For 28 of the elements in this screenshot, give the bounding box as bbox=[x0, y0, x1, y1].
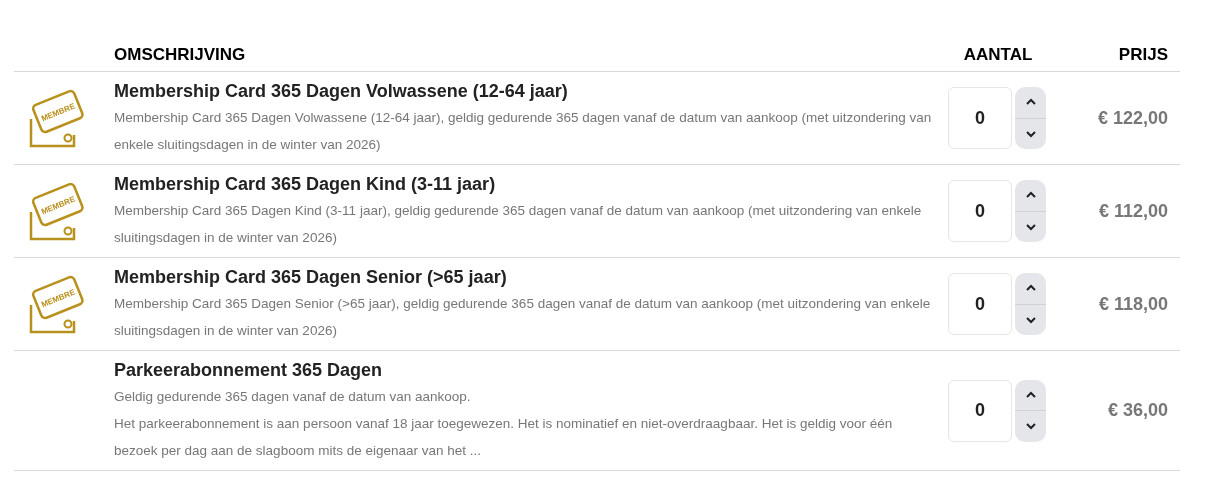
column-header: PRIJS bbox=[1118, 44, 1168, 64]
product-description: Het parkeerabonnement is aan persoon vanaf 18 jaar toegewezen. Het is nominatief en niet-overdraagbaar. Het is geldig voor één bezoek per dag aan de slagboom mits de eigenaar van het ... bbox=[114, 415, 894, 460]
chevron-down-icon bbox=[1024, 222, 1037, 231]
product-description: Geldig gedurende 365 dagen vanaf de datum van aankoop. bbox=[114, 388, 472, 406]
chevron-down-icon bbox=[1024, 422, 1037, 431]
chevron-down-icon bbox=[1024, 315, 1037, 324]
price: € 122,00 bbox=[1097, 107, 1168, 128]
chevron-up-icon bbox=[1024, 390, 1037, 399]
quantity-field[interactable]: 0 bbox=[948, 87, 1012, 149]
price: € 118,00 bbox=[1098, 293, 1168, 314]
quantity-field[interactable]: 0 bbox=[948, 379, 1012, 442]
chevron-up-icon bbox=[1024, 284, 1037, 293]
price: € 112,00 bbox=[1098, 200, 1168, 221]
column-header: AANTAL bbox=[963, 43, 1033, 66]
chevron-up-icon bbox=[1024, 98, 1037, 107]
price: € 36,00 bbox=[1107, 400, 1168, 420]
product-description: Membership Card 365 Dagen Volwassene (12-64 jaar), geldig gedurende 365 dagen vanaf de datum van aankoop (met uitzondering van enkele sluitingsdagen in de winter van 2026) bbox=[114, 109, 933, 154]
product-title: Parkeerabonnement 365 Dagen bbox=[114, 359, 384, 382]
column-header: OMSCHRIJVING bbox=[114, 44, 246, 64]
product-title: Membership Card 365 Dagen Senior (>65 jaar) bbox=[114, 266, 508, 289]
product-description: Membership Card 365 Dagen Kind (3-11 jaar), geldig gedurende 365 dagen vanaf de datum van aankoop (met uitzondering van enkele sluitingsdagen in de winter van 2026) bbox=[114, 202, 923, 247]
chevron-up-icon bbox=[1024, 191, 1037, 200]
chevron-down-icon bbox=[1024, 129, 1037, 138]
product-description: Membership Card 365 Dagen Senior (>65 jaar), geldig gedurende 365 dagen vanaf de datum van aankoop (met uitzondering van enkele sluitingsdagen in de winter van 2026) bbox=[114, 295, 932, 340]
product-title: Membership Card 365 Dagen Kind (3-11 jaar) bbox=[114, 173, 497, 196]
product-title: Membership Card 365 Dagen Volwassene (12-64 jaar) bbox=[114, 80, 569, 103]
quantity-field[interactable]: 0 bbox=[948, 273, 1012, 335]
quantity-field[interactable]: 0 bbox=[948, 180, 1012, 242]
